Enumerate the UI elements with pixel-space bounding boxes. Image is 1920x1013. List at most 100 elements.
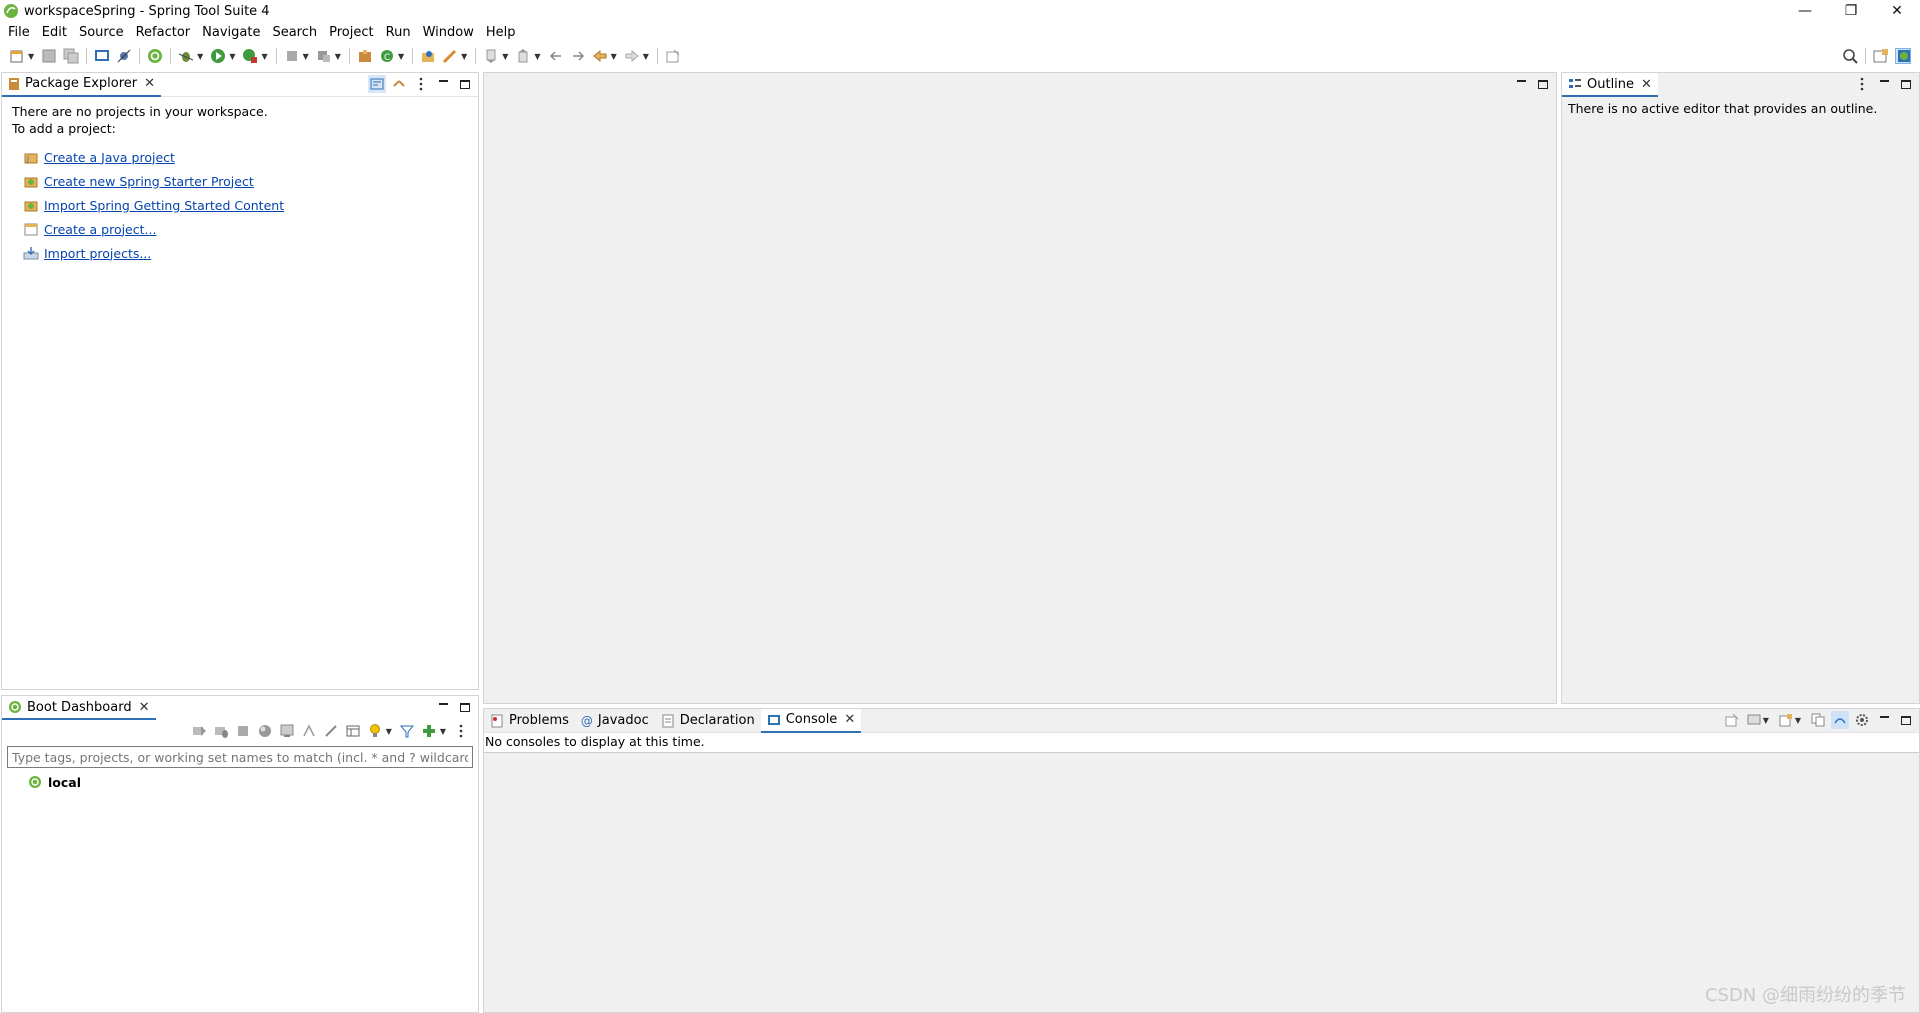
menu-search[interactable]: Search xyxy=(269,25,326,40)
close-icon[interactable]: ✕ xyxy=(1641,77,1652,92)
minimize-view-icon[interactable] xyxy=(434,75,452,93)
boot-dashboard-filter-input[interactable] xyxy=(7,746,473,768)
menu-file[interactable]: File xyxy=(5,25,39,40)
debug-restart-icon[interactable] xyxy=(213,723,229,739)
lightbulb-icon[interactable] xyxy=(367,723,383,739)
run-external-icon[interactable] xyxy=(242,48,258,64)
menu-help[interactable]: Help xyxy=(483,25,525,40)
lightbulb-dropdown-icon[interactable]: ▼ xyxy=(386,727,392,736)
create-spring-starter-link[interactable]: Create new Spring Starter Project xyxy=(44,173,254,190)
tree-item-local[interactable]: local xyxy=(28,772,478,792)
menu-source[interactable]: Source xyxy=(76,25,133,40)
forward-edit-icon[interactable] xyxy=(570,48,586,64)
relaunch-icon[interactable] xyxy=(316,48,332,64)
tab-outline[interactable]: Outline ✕ xyxy=(1562,73,1658,97)
maximize-view-icon[interactable] xyxy=(1897,75,1915,93)
next-annotation-icon[interactable] xyxy=(483,48,499,64)
maximize-view-icon[interactable] xyxy=(456,75,474,93)
tab-package-explorer[interactable]: Package Explorer ✕ xyxy=(2,72,162,97)
last-edit-location-icon[interactable] xyxy=(548,48,564,64)
open-browser-icon[interactable] xyxy=(257,723,273,739)
relaunch-dropdown-icon[interactable]: ▼ xyxy=(335,52,341,61)
maximize-view-icon[interactable] xyxy=(1534,75,1552,93)
add-dropdown-icon[interactable]: ▼ xyxy=(440,727,446,736)
back-icon[interactable] xyxy=(592,48,608,64)
stop-dropdown-icon[interactable]: ▼ xyxy=(303,52,309,61)
pin-console-icon[interactable] xyxy=(1723,711,1741,729)
create-java-project-link[interactable]: Create a Java project xyxy=(44,149,175,166)
search-dropdown-icon[interactable]: ▼ xyxy=(461,52,467,61)
menu-edit[interactable]: Edit xyxy=(39,25,76,40)
stop-icon[interactable] xyxy=(284,48,300,64)
prev-annotation-dropdown-icon[interactable]: ▼ xyxy=(534,52,540,61)
add-icon[interactable] xyxy=(421,723,437,739)
open-perspective-icon[interactable] xyxy=(1873,48,1889,64)
minimize-view-icon[interactable] xyxy=(1875,75,1893,93)
minimize-view-icon[interactable] xyxy=(1875,711,1893,729)
new-dropdown-icon[interactable]: ▼ xyxy=(28,52,34,61)
tab-console[interactable]: Console ✕ xyxy=(760,708,862,733)
terminal-icon[interactable] xyxy=(94,48,110,64)
close-icon[interactable]: ✕ xyxy=(844,712,855,727)
new-class-dropdown-icon[interactable]: ▼ xyxy=(398,52,404,61)
minimize-view-icon[interactable] xyxy=(1512,75,1530,93)
maximize-view-icon[interactable] xyxy=(1897,711,1915,729)
display-console-dropdown-icon[interactable]: ▼ xyxy=(1763,716,1769,725)
debug-icon[interactable] xyxy=(178,48,194,64)
link-with-editor-icon[interactable] xyxy=(390,75,408,93)
boot-dashboard-icon[interactable] xyxy=(147,48,163,64)
forward-icon[interactable] xyxy=(624,48,640,64)
save-icon[interactable] xyxy=(41,48,57,64)
search-tool-icon[interactable] xyxy=(442,48,458,64)
menu-refactor[interactable]: Refactor xyxy=(133,25,200,40)
save-all-icon[interactable] xyxy=(63,48,79,64)
next-annotation-dropdown-icon[interactable]: ▼ xyxy=(502,52,508,61)
debug-dropdown-icon[interactable]: ▼ xyxy=(197,52,203,61)
edit-icon[interactable] xyxy=(323,723,339,739)
run-icon[interactable] xyxy=(210,48,226,64)
forward-dropdown-icon[interactable]: ▼ xyxy=(643,52,649,61)
open-console-dropdown-icon[interactable]: ▼ xyxy=(1795,716,1801,725)
expose-icon[interactable] xyxy=(301,723,317,739)
new-icon[interactable] xyxy=(9,48,25,64)
new-java-class-icon[interactable]: C xyxy=(379,48,395,64)
menu-project[interactable]: Project xyxy=(326,25,382,40)
tab-declaration[interactable]: Declaration xyxy=(655,709,761,733)
minimize-view-icon[interactable] xyxy=(434,698,452,716)
close-window-button[interactable]: ✕ xyxy=(1874,0,1920,22)
minimize-button[interactable]: — xyxy=(1782,0,1828,22)
maximize-view-icon[interactable] xyxy=(456,698,474,716)
collapse-all-icon[interactable] xyxy=(368,75,386,93)
menu-navigate[interactable]: Navigate xyxy=(199,25,269,40)
settings-gear-icon[interactable] xyxy=(1853,711,1871,729)
copy-console-icon[interactable] xyxy=(1809,711,1827,729)
spring-perspective-icon[interactable] xyxy=(1895,48,1911,64)
new-java-package-icon[interactable] xyxy=(357,48,373,64)
layout-icon[interactable] xyxy=(345,723,361,739)
view-menu-icon[interactable] xyxy=(412,75,430,93)
view-menu-icon[interactable] xyxy=(453,723,469,739)
back-dropdown-icon[interactable]: ▼ xyxy=(611,52,617,61)
menu-window[interactable]: Window xyxy=(420,25,483,40)
open-console-icon[interactable] xyxy=(1777,711,1795,729)
skip-breakpoints-icon[interactable] xyxy=(116,48,132,64)
restore-button[interactable]: ❐ xyxy=(1828,0,1874,22)
run-dropdown-icon[interactable]: ▼ xyxy=(229,52,235,61)
stop-icon[interactable] xyxy=(235,723,251,739)
menu-run[interactable]: Run xyxy=(383,25,420,40)
open-type-icon[interactable] xyxy=(420,48,436,64)
close-icon[interactable]: ✕ xyxy=(144,76,155,91)
create-project-link[interactable]: Create a project... xyxy=(44,221,156,238)
tab-boot-dashboard[interactable]: Boot Dashboard ✕ xyxy=(2,696,156,720)
import-spring-getting-started-link[interactable]: Import Spring Getting Started Content xyxy=(44,197,284,214)
close-icon[interactable]: ✕ xyxy=(139,700,150,715)
prev-annotation-icon[interactable] xyxy=(515,48,531,64)
open-console-icon[interactable] xyxy=(279,723,295,739)
import-projects-link[interactable]: Import projects... xyxy=(44,245,151,262)
pin-editor-icon[interactable] xyxy=(665,48,681,64)
filter-icon[interactable] xyxy=(399,723,415,739)
run-external-dropdown-icon[interactable]: ▼ xyxy=(261,52,267,61)
word-wrap-icon[interactable] xyxy=(1831,711,1849,729)
view-menu-icon[interactable] xyxy=(1853,75,1871,93)
tab-javadoc[interactable]: @ Javadoc xyxy=(575,709,655,733)
